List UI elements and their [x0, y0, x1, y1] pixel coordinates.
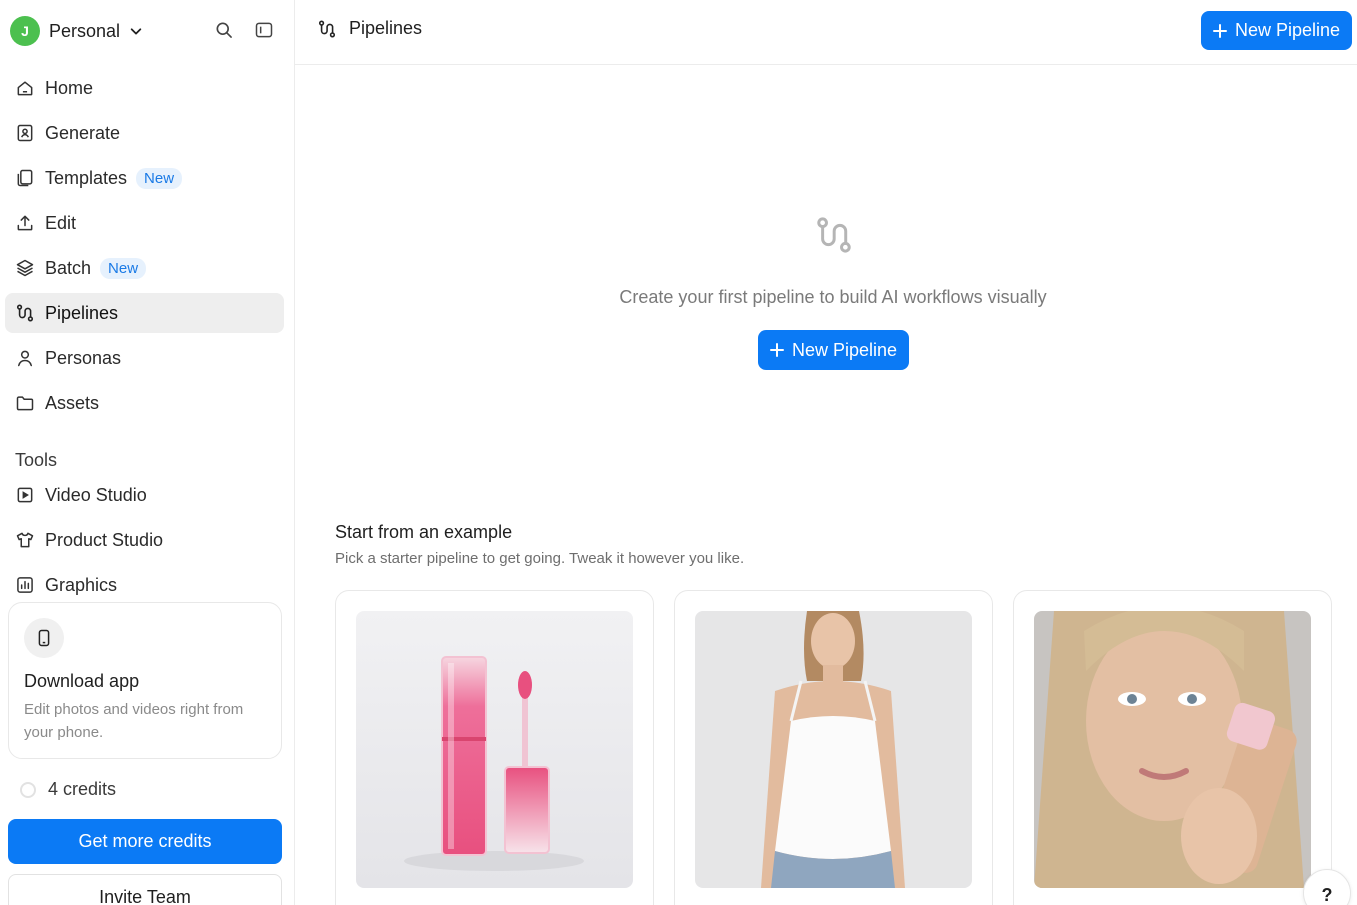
sidebar-item-personas[interactable]: Personas: [5, 338, 284, 378]
page-header: Pipelines New Pipeline: [295, 0, 1357, 65]
main-nav: Home Generate Templates New Edit Batch N…: [5, 68, 284, 428]
create-pipeline-label: New Pipeline: [791, 339, 898, 360]
get-more-credits-button[interactable]: Get more credits: [8, 819, 282, 864]
download-app-card[interactable]: Download app Edit photos and videos righ…: [8, 602, 282, 759]
templates-icon: [14, 167, 36, 189]
new-pipeline-button[interactable]: New Pipeline: [1201, 11, 1352, 50]
workspace-avatar: J: [10, 16, 40, 46]
examples-subtitle: Pick a starter pipeline to get going. Tw…: [335, 550, 745, 567]
sidebar-item-templates[interactable]: Templates New: [5, 158, 284, 198]
workspace-name: Personal: [49, 20, 121, 41]
new-pipeline-label: New Pipeline: [1234, 20, 1341, 40]
pipeline-icon: [817, 217, 851, 253]
download-app-text: Edit photos and videos right from your p…: [24, 701, 244, 741]
credits-label: 4 credits: [48, 779, 117, 799]
plus-icon: [1212, 23, 1227, 38]
home-icon: [14, 77, 36, 99]
create-pipeline-button[interactable]: New Pipeline: [758, 330, 909, 370]
sidebar-item-label: Graphics: [45, 574, 118, 595]
download-app-title: Download app: [24, 671, 140, 691]
video-icon: [14, 484, 36, 506]
example-card[interactable]: [674, 590, 993, 905]
tools-nav: Video Studio Product Studio Graphics: [5, 475, 284, 610]
toggle-sidebar-button[interactable]: [252, 18, 276, 42]
sidebar-item-edit[interactable]: Edit: [5, 203, 284, 243]
phone-icon: [24, 618, 64, 658]
search-button[interactable]: [212, 18, 236, 42]
generate-icon: [14, 122, 36, 144]
sidebar-item-label: Assets: [45, 392, 100, 413]
sidebar-item-label: Batch: [45, 257, 92, 278]
examples-title: Start from an example: [335, 522, 513, 542]
woman-white-camisole-photo: [695, 611, 972, 888]
sidebar: J Personal Home Generate Templates New E…: [0, 0, 295, 905]
tools-heading: Tools: [15, 450, 58, 470]
new-badge: New: [136, 167, 183, 189]
sidebar-item-label: Home: [45, 77, 94, 98]
page-title: Pipelines: [349, 18, 423, 38]
sidebar-item-label: Personas: [45, 347, 122, 368]
workspace-switcher[interactable]: J Personal: [10, 16, 143, 46]
upload-icon: [14, 212, 36, 234]
sidebar-item-assets[interactable]: Assets: [5, 383, 284, 423]
sidebar-item-graphics[interactable]: Graphics: [5, 565, 284, 605]
sidebar-item-label: Product Studio: [45, 529, 164, 550]
folder-icon: [14, 392, 36, 414]
sidebar-toggle-icon: [255, 22, 273, 38]
sidebar-item-label: Generate: [45, 122, 121, 143]
pink-lip-gloss-product-photo: [356, 611, 633, 888]
sidebar-item-pipelines[interactable]: Pipelines: [5, 293, 284, 333]
sidebar-item-video-studio[interactable]: Video Studio: [5, 475, 284, 515]
search-icon: [216, 22, 232, 38]
sidebar-item-label: Templates: [45, 167, 128, 188]
help-button[interactable]: ?: [1303, 869, 1351, 905]
sidebar-item-product-studio[interactable]: Product Studio: [5, 520, 284, 560]
layers-icon: [14, 257, 36, 279]
chart-icon: [14, 574, 36, 596]
pipeline-icon: [318, 20, 336, 37]
breadcrumb: Pipelines: [317, 18, 422, 39]
plus-icon: [769, 343, 784, 357]
example-card[interactable]: [1013, 590, 1332, 905]
sidebar-item-generate[interactable]: Generate: [5, 113, 284, 153]
shirt-icon: [14, 529, 36, 551]
sidebar-item-home[interactable]: Home: [5, 68, 284, 108]
pipeline-icon: [14, 302, 36, 324]
empty-state-text: Create your first pipeline to build AI w…: [619, 287, 1047, 307]
user-icon: [14, 347, 36, 369]
new-badge: New: [100, 257, 147, 279]
invite-team-button[interactable]: Invite Team: [8, 874, 282, 905]
example-card[interactable]: [335, 590, 654, 905]
sidebar-item-batch[interactable]: Batch New: [5, 248, 284, 288]
credits-ring-icon: [20, 781, 36, 798]
woman-holding-foundation-bottle-photo: [1034, 611, 1311, 888]
sidebar-item-label: Pipelines: [45, 302, 119, 323]
credits-indicator: 4 credits: [20, 779, 116, 800]
chevron-down-icon: [130, 28, 142, 35]
sidebar-item-label: Edit: [45, 212, 77, 233]
sidebar-item-label: Video Studio: [45, 484, 147, 505]
